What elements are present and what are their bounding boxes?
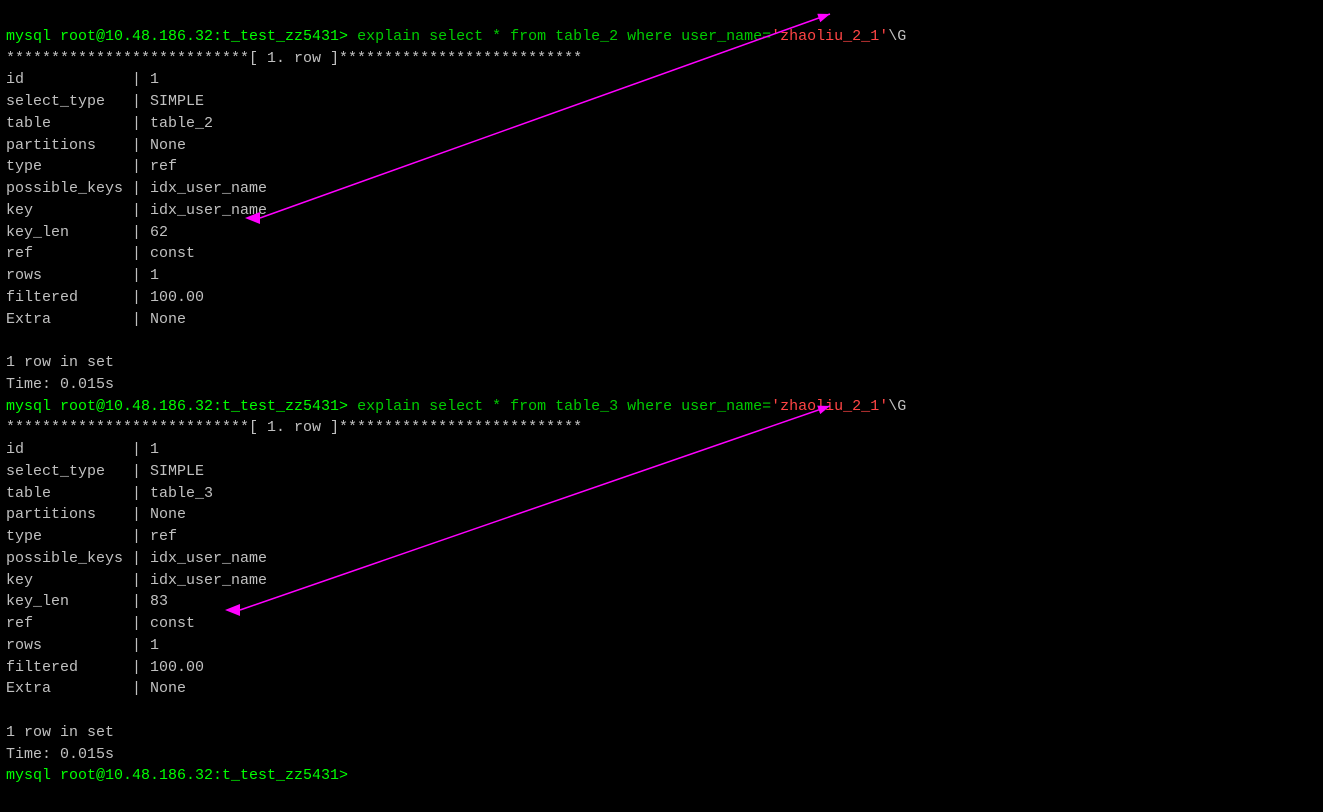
result2: 1 row in set [6,724,114,741]
row2-select-type: select_type | SIMPLE [6,463,204,480]
row2-extra: Extra | None [6,680,186,697]
row1-ref: ref | const [6,245,195,262]
row1-partitions: partitions | None [6,137,186,154]
row1-rows: rows | 1 [6,267,159,284]
time2: Time: 0.015s [6,746,114,763]
row2-key: key | idx_user_name [6,572,267,589]
row2-rows: rows | 1 [6,637,159,654]
cmd1-value: 'zhaoliu_2_1' [771,28,888,45]
row1-key: key | idx_user_name [6,202,267,219]
prompt2: mysql root@10.48.186.32:t_test_zz5431> [6,398,348,415]
terminal-output: mysql root@10.48.186.32:t_test_zz5431> e… [6,4,1317,787]
time1: Time: 0.015s [6,376,114,393]
cmd1-suffix: \G [888,28,906,45]
row2-filtered: filtered | 100.00 [6,659,204,676]
row1-table: table | table_2 [6,115,213,132]
row1-type: type | ref [6,158,177,175]
row1-select-type: select_type | SIMPLE [6,93,204,110]
row2-ref: ref | const [6,615,195,632]
row1-key-len: key_len | 62 [6,224,168,241]
row2-possible-keys: possible_keys | idx_user_name [6,550,267,567]
cmd1-where: where [627,28,672,45]
row2-table: table | table_3 [6,485,213,502]
prompt3: mysql root@10.48.186.32:t_test_zz5431> [6,767,348,784]
prompt-line-1: mysql root@10.48.186.32:t_test_zz5431> e… [6,28,906,45]
row2-type: type | ref [6,528,177,545]
result1: 1 row in set [6,354,114,371]
cmd1-condition: user_name= [672,28,771,45]
row1-id: id | 1 [6,71,159,88]
cmd2-explain: explain select * from table_3 [357,398,627,415]
prompt-line-2: mysql root@10.48.186.32:t_test_zz5431> e… [6,398,906,415]
separator2: ***************************[ 1. row ]***… [6,419,582,436]
row2-id: id | 1 [6,441,159,458]
row1-possible-keys: possible_keys | idx_user_name [6,180,267,197]
row1-extra: Extra | None [6,311,186,328]
cmd2-value: 'zhaoliu_2_1' [771,398,888,415]
row2-key-len: key_len | 83 [6,593,168,610]
separator1: ***************************[ 1. row ]***… [6,50,582,67]
cmd2-suffix: \G [888,398,906,415]
prompt1: mysql root@10.48.186.32:t_test_zz5431> [6,28,348,45]
cmd1-explain: explain select * from table_2 [357,28,627,45]
cmd2-condition: user_name= [672,398,771,415]
prompt-line-3: mysql root@10.48.186.32:t_test_zz5431> [6,767,348,784]
cmd2-where: where [627,398,672,415]
row1-filtered: filtered | 100.00 [6,289,204,306]
row2-partitions: partitions | None [6,506,186,523]
